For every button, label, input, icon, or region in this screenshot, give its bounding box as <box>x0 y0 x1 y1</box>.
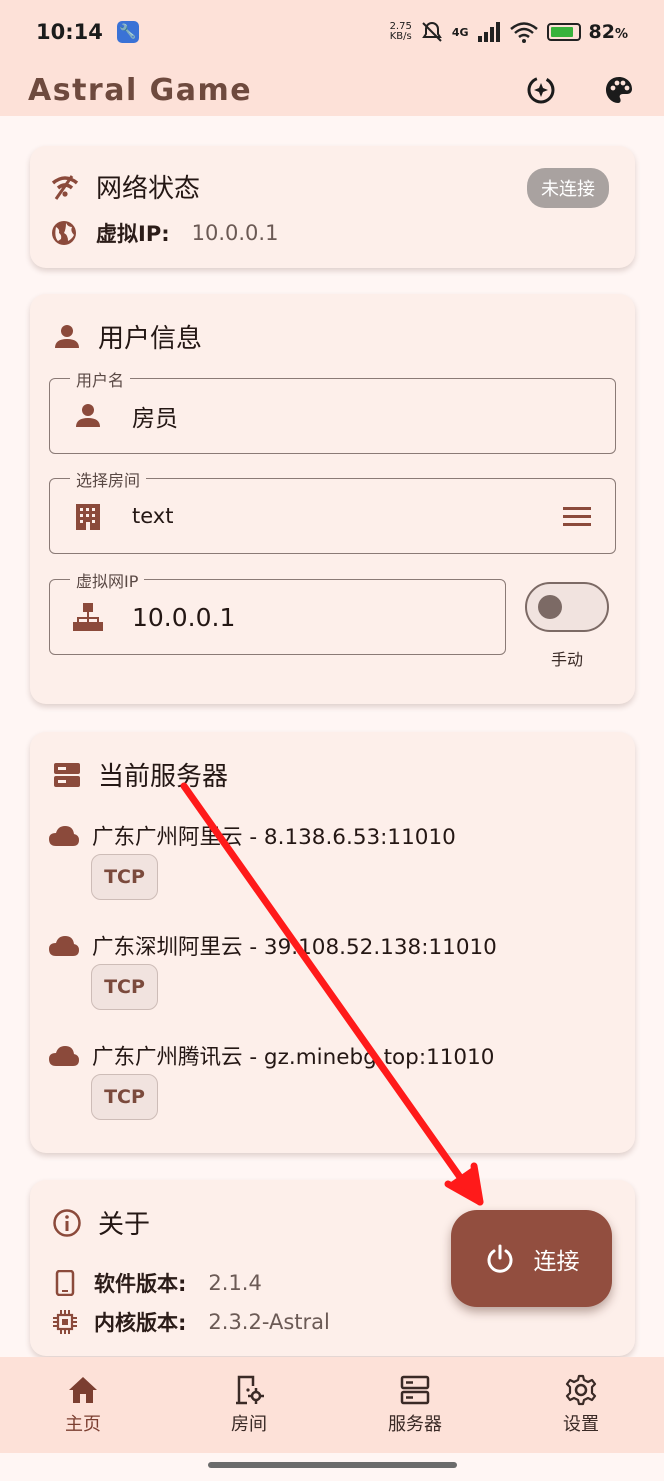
gear-icon <box>565 1374 597 1406</box>
net-speed: 2.75 KB/s <box>389 21 412 42</box>
virtual-ip-field-label: 虚拟网IP <box>70 568 145 592</box>
wifi-icon <box>509 22 538 43</box>
nav-home[interactable]: 主页 <box>0 1357 166 1453</box>
software-version-value: 2.1.4 <box>208 1271 262 1295</box>
building-icon <box>76 504 100 530</box>
connect-label: 连接 <box>533 1248 580 1275</box>
app-bar: Astral Game <box>0 64 664 116</box>
virtual-ip-value: 10.0.0.1 <box>191 221 279 245</box>
manual-label: 手动 <box>550 650 583 669</box>
switch-knob <box>538 595 562 619</box>
protocol-chip: TCP <box>91 964 158 1010</box>
status-bar: 10:14 🔧 2.75 KB/s 4G 82% <box>0 0 664 64</box>
bottom-navigation: 主页 房间 服务器 设置 <box>0 1357 664 1453</box>
nav-server[interactable]: 服务器 <box>332 1357 498 1453</box>
virtual-ip-row: 虚拟IP: 10.0.0.1 <box>50 218 278 248</box>
chip-icon <box>53 1310 77 1334</box>
cloud-icon <box>49 935 79 956</box>
virtual-ip-label: 虚拟IP: <box>96 222 170 246</box>
kernel-version-value: 2.3.2-Astral <box>208 1310 330 1334</box>
virtual-ip-field[interactable]: 虚拟网IP 10.0.0.1 <box>49 568 506 655</box>
network-status-card: 网络状态 未连接 虚拟IP: 10.0.0.1 <box>30 146 635 268</box>
network-status-title: 网络状态 <box>50 168 200 205</box>
signal-icon <box>477 22 500 42</box>
person-icon <box>76 404 100 427</box>
server-icon <box>54 762 80 787</box>
wifi-off-icon <box>51 174 79 200</box>
gesture-bar <box>0 1453 664 1481</box>
palette-icon[interactable] <box>602 73 636 107</box>
room-select-label: 选择房间 <box>70 467 147 491</box>
server-name: 广东广州阿里云 - 8.138.6.53:11010 <box>92 825 456 850</box>
server-name: 广东深圳阿里云 - 39.108.52.138:11010 <box>92 935 497 960</box>
virtual-ip-field-value: 10.0.0.1 <box>132 602 236 632</box>
home-icon <box>69 1377 97 1403</box>
menu-icon[interactable] <box>561 500 593 532</box>
info-icon <box>53 1208 81 1237</box>
power-icon <box>487 1244 512 1273</box>
protocol-chip: TCP <box>91 1074 158 1120</box>
user-info-card: 用户信息 用户名 房员 选择房间 text 虚拟网IP 10.0.0.1 手动 <box>30 294 635 704</box>
current-server-title: 当前服务器 <box>52 756 228 793</box>
room-select[interactable]: 选择房间 text <box>49 467 616 554</box>
battery-icon <box>546 23 581 41</box>
room-select-value: text <box>132 504 174 528</box>
connect-button[interactable]: 连接 <box>451 1210 612 1307</box>
app-title: Astral Game <box>28 72 253 108</box>
server-icon <box>400 1375 430 1405</box>
username-field[interactable]: 用户名 房员 <box>49 367 616 454</box>
server-item: 广东深圳阿里云 - 39.108.52.138:11010 <box>48 930 497 961</box>
server-name: 广东广州腾讯云 - gz.minebg.top:11010 <box>92 1045 495 1070</box>
status-icons: 2.75 KB/s 4G 82% <box>390 20 628 44</box>
cloud-icon <box>49 825 79 846</box>
software-version-label: 软件版本: <box>94 1272 187 1296</box>
battery-level: 82 <box>588 21 615 43</box>
bell-off-icon <box>421 21 442 42</box>
server-item: 广东广州腾讯云 - gz.minebg.top:11010 <box>48 1040 494 1071</box>
manual-switch[interactable] <box>525 582 609 632</box>
network-tree-icon <box>73 603 103 631</box>
current-server-card: 当前服务器 广东广州阿里云 - 8.138.6.53:11010 TCP 广东深… <box>30 732 635 1153</box>
network-type: 4G <box>451 25 469 39</box>
nav-room[interactable]: 房间 <box>166 1357 332 1453</box>
wrench-icon: 🔧 <box>116 21 139 43</box>
room-settings-icon <box>236 1375 264 1405</box>
manual-ip-toggle[interactable]: 手动 <box>525 582 609 670</box>
connection-status-badge: 未连接 <box>527 168 609 208</box>
user-info-title: 用户信息 <box>52 318 202 355</box>
username-value: 房员 <box>132 406 178 432</box>
cloud-icon <box>49 1045 79 1066</box>
person-icon <box>55 324 79 348</box>
kernel-version-row: 内核版本: 2.3.2-Astral <box>52 1307 330 1337</box>
protocol-chip: TCP <box>91 854 158 900</box>
theme-mode-icon[interactable] <box>524 73 558 107</box>
software-version-row: 软件版本: 2.1.4 <box>52 1268 262 1298</box>
kernel-version-label: 内核版本: <box>94 1311 187 1335</box>
username-label: 用户名 <box>70 367 131 391</box>
status-time: 10:14 <box>36 20 103 44</box>
phone-icon <box>55 1270 75 1296</box>
about-title: 关于 <box>52 1204 150 1241</box>
globe-icon <box>52 221 76 245</box>
server-item: 广东广州阿里云 - 8.138.6.53:11010 <box>48 820 456 851</box>
battery-unit: % <box>614 27 628 42</box>
home-indicator[interactable] <box>208 1462 457 1468</box>
nav-settings[interactable]: 设置 <box>498 1357 664 1453</box>
